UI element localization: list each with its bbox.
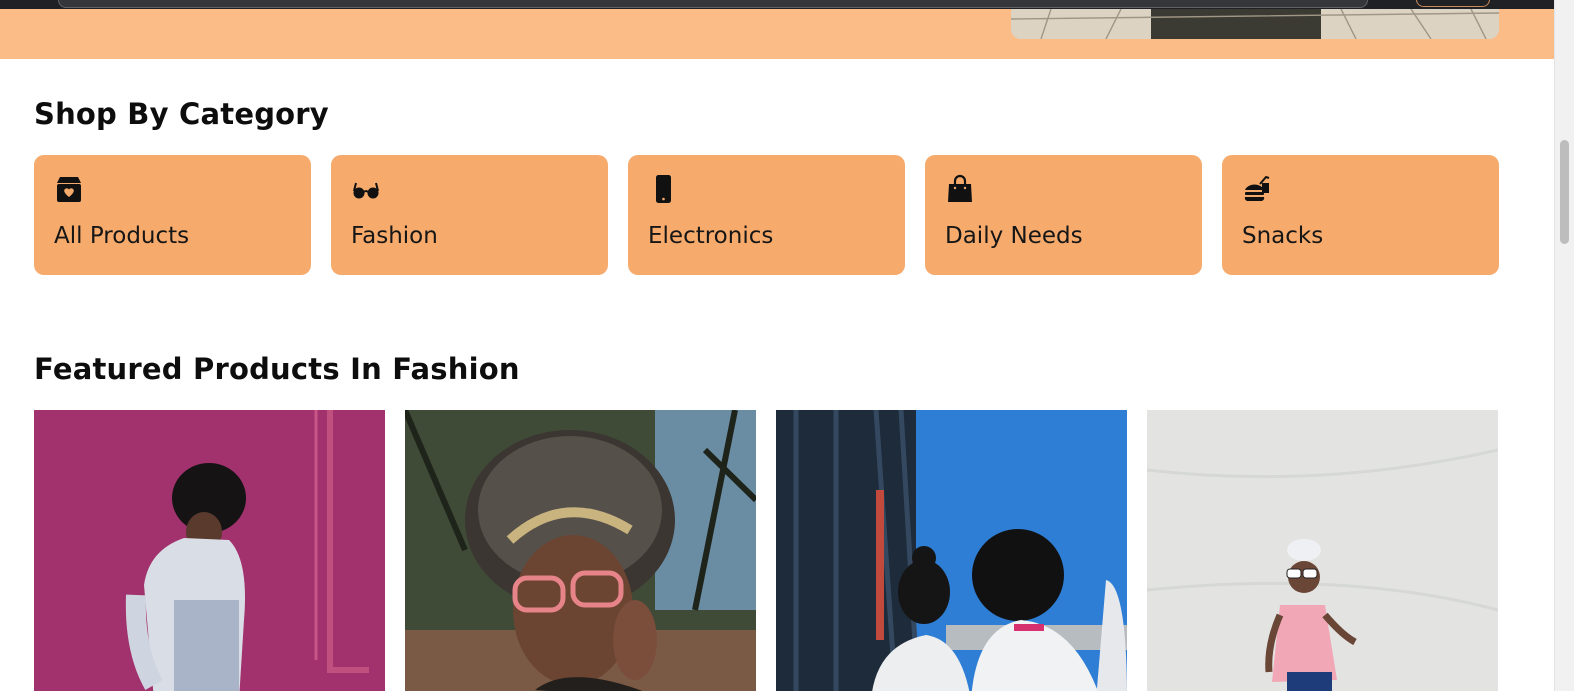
product-card[interactable]	[776, 410, 1127, 691]
hero-banner	[0, 9, 1554, 59]
glasses-icon	[353, 182, 379, 199]
category-card-fashion[interactable]: Fashion	[331, 155, 608, 275]
profile-button[interactable]	[1416, 0, 1490, 7]
featured-product-list	[34, 410, 1498, 691]
category-label: All Products	[54, 223, 190, 249]
browser-chrome	[0, 0, 1574, 9]
shopping-bag-icon	[948, 174, 972, 202]
page-scrollbar[interactable]	[1554, 0, 1574, 691]
product-card[interactable]	[405, 410, 756, 691]
category-section-title: Shop By Category	[34, 97, 329, 131]
product-photo-pink-glasses	[405, 410, 756, 691]
category-card-daily-needs[interactable]: Daily Needs	[925, 155, 1202, 275]
address-bar[interactable]	[58, 0, 1368, 8]
category-card-snacks[interactable]: Snacks	[1222, 155, 1499, 275]
burger-soda-icon	[1244, 175, 1270, 202]
category-label: Fashion	[351, 223, 438, 249]
category-card-electronics[interactable]: Electronics	[628, 155, 905, 275]
phone-icon	[656, 175, 671, 203]
product-card[interactable]	[34, 410, 385, 691]
category-label: Electronics	[648, 223, 774, 249]
hero-image	[1011, 9, 1499, 39]
category-list: All Products Fashion Electronics Daily N…	[34, 155, 1499, 275]
product-photo-white-wall	[1147, 410, 1498, 691]
featured-section-title: Featured Products In Fashion	[34, 352, 520, 386]
box-heart-icon	[57, 177, 81, 202]
category-card-all-products[interactable]: All Products	[34, 155, 311, 275]
scrollbar-thumb[interactable]	[1560, 140, 1569, 244]
product-card[interactable]	[1147, 410, 1498, 691]
category-label: Snacks	[1242, 223, 1324, 249]
product-photo-blue-sky	[776, 410, 1127, 691]
product-photo-magenta-wall	[34, 410, 385, 691]
category-label: Daily Needs	[945, 223, 1083, 249]
